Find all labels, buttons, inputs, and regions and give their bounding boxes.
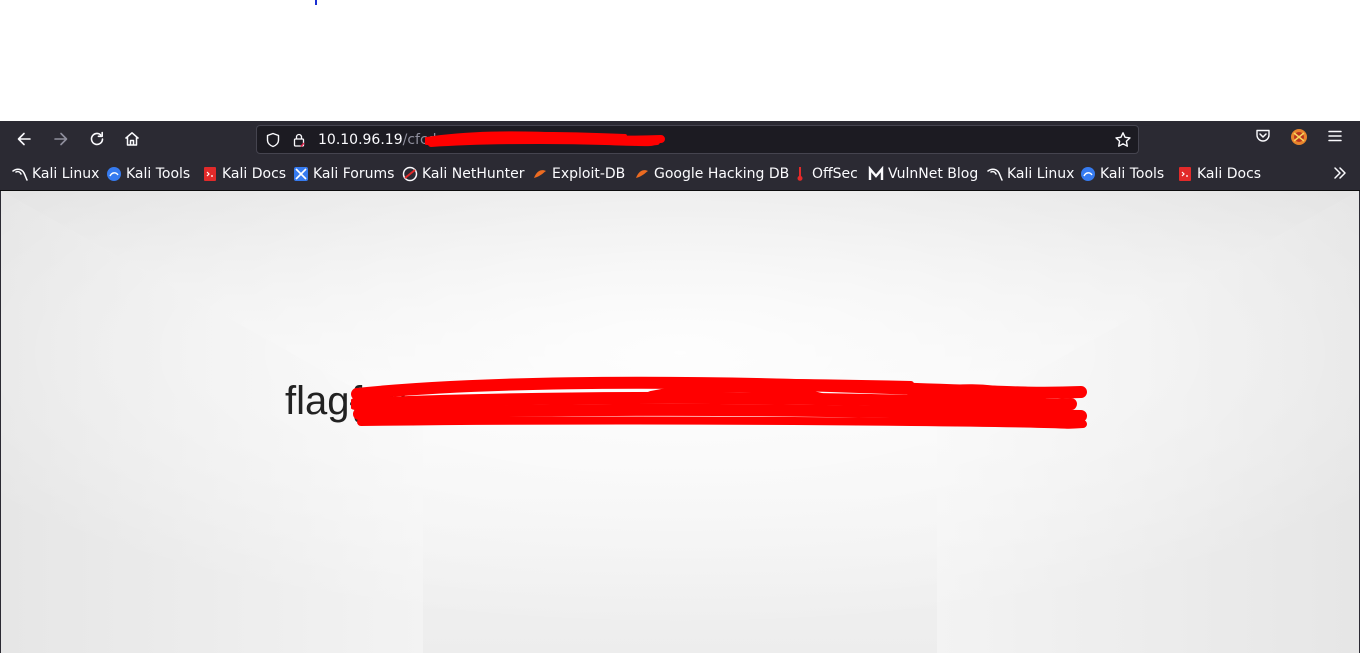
exploit-db-icon [532,166,548,182]
bookmark-kali-tools[interactable]: Kali Tools [106,165,190,183]
desktop-blank-area [0,0,1360,121]
bookmark-kali-forums[interactable]: Kali Forums [293,165,394,183]
chevron-double-right-icon[interactable] [1332,165,1348,181]
reload-icon [90,131,104,146]
bookmark-vulnnet-blog[interactable]: VulnNet Blog [868,165,978,183]
bookmark-kali-linux[interactable]: Kali Linux [12,165,99,183]
vulnnet-icon [868,166,884,182]
bookmark-star-icon[interactable] [1114,131,1132,149]
bookmark-kali-tools-2[interactable]: Kali Tools [1080,165,1164,183]
bookmark-label: Exploit-DB [552,166,626,182]
bookmark-offsec[interactable]: OffSec [792,165,858,183]
bookmark-label: OffSec [812,166,858,182]
kali-dragon-icon [12,166,28,182]
bookmark-label: Kali NetHunter [422,166,525,182]
ghdb-icon [634,166,650,182]
bookmark-label: Kali Docs [222,166,287,182]
bookmarks-toolbar: Kali Linux Kali Tools Kali Docs Kali For… [0,158,1360,191]
url-redaction-scribble [425,131,665,147]
kali-docs-icon [1177,166,1193,182]
url-text[interactable]: 10.10.96.19/cfcd [318,132,437,148]
home-button[interactable] [120,127,144,151]
kali-forums-icon [293,166,309,182]
kali-tools-icon [106,166,122,182]
pocket-icon[interactable] [1254,127,1272,145]
bookmark-kali-docs[interactable]: Kali Docs [202,165,286,183]
back-icon [17,132,31,146]
bookmark-label: Kali Forums [313,166,395,182]
navigation-toolbar: 10.10.96.19/cfcd [0,121,1360,158]
lock-icon[interactable] [291,132,307,148]
bookmark-kali-docs-2[interactable]: Kali Docs [1177,165,1261,183]
bookmark-label: Kali Tools [1100,166,1165,182]
kali-tools-icon [1080,166,1096,182]
forward-icon [54,132,68,146]
bookmark-label: Kali Docs [1197,166,1262,182]
offsec-icon [792,166,808,182]
shield-icon[interactable] [265,132,281,148]
kali-dragon-icon [987,166,1003,182]
extension-icon[interactable] [1289,127,1309,147]
bookmark-label: Kali Linux [32,166,100,182]
reload-button[interactable] [85,127,109,151]
bookmark-label: Kali Tools [126,166,191,182]
back-button[interactable] [12,127,36,151]
bookmark-label: VulnNet Blog [888,166,979,182]
menu-icon[interactable] [1326,127,1344,145]
nethunter-icon [402,166,418,182]
bookmark-google-hacking-db[interactable]: Google Hacking DB [634,165,789,183]
forward-button[interactable] [49,127,73,151]
bookmark-exploit-db[interactable]: Exploit-DB [532,165,625,183]
kali-docs-icon [202,166,218,182]
blue-mark [315,0,317,5]
home-icon [125,132,139,146]
bookmark-kali-linux-2[interactable]: Kali Linux [987,165,1074,183]
url-host: 10.10.96.19 [318,132,403,148]
bookmark-kali-nethunter[interactable]: Kali NetHunter [402,165,524,183]
page-content: flag{ e} [1,191,1359,653]
bookmark-label: Kali Linux [1007,166,1075,182]
flag-redaction-scribble [351,376,1087,429]
browser-window: 10.10.96.19/cfcd Kali Linux Kali Tools K… [0,121,1360,653]
bookmark-label: Google Hacking DB [654,166,790,182]
url-bar[interactable]: 10.10.96.19/cfcd [256,125,1139,154]
